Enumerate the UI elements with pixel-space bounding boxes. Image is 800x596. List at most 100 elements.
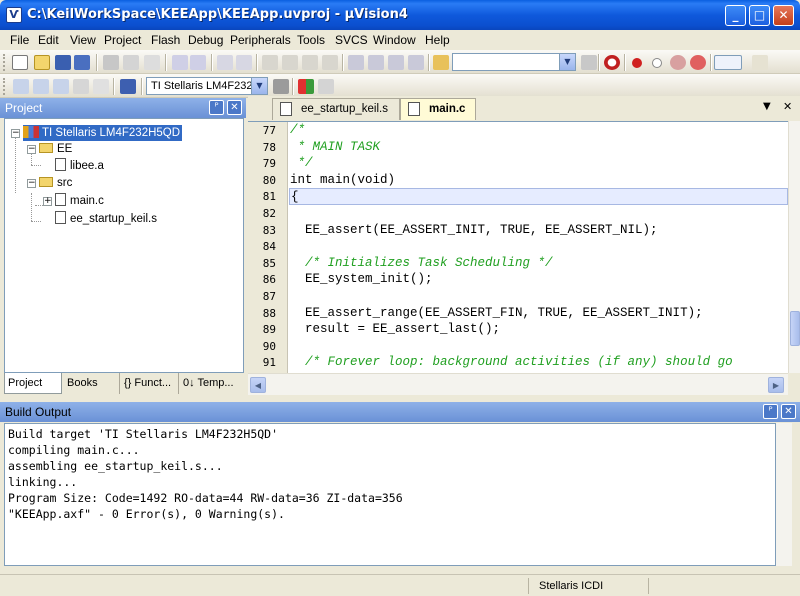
pin-icon[interactable]: ᴾ <box>209 100 224 115</box>
code-line[interactable]: EE_assert(EE_ASSERT_INIT, TRUE, EE_ASSER… <box>289 222 788 239</box>
batch-build-icon[interactable] <box>73 79 89 94</box>
code-line[interactable] <box>289 338 788 355</box>
tab-books[interactable]: Books <box>64 373 120 394</box>
menu-window[interactable]: Window <box>373 33 416 47</box>
new-file-icon[interactable] <box>12 55 28 70</box>
code-line[interactable]: */ <box>289 155 788 172</box>
tab-functions[interactable]: {} Funct... <box>121 373 179 394</box>
menu-tools[interactable]: Tools <box>297 33 325 47</box>
debug-session-icon[interactable] <box>604 55 620 70</box>
build-output-pane[interactable]: Build target 'TI Stellaris LM4F232H5QD' … <box>4 423 776 566</box>
menu-flash[interactable]: Flash <box>151 33 180 47</box>
open-folder-icon[interactable] <box>34 55 50 70</box>
chevron-down-icon[interactable]: ▼ <box>251 78 267 94</box>
navigate-forward-icon[interactable] <box>236 55 252 70</box>
incremental-find-icon[interactable] <box>581 55 597 70</box>
tree-file-main-c[interactable]: main.c <box>55 193 104 209</box>
unindent-icon[interactable] <box>368 55 384 70</box>
code-line[interactable]: int main(void) <box>289 172 788 189</box>
toolbar-grip[interactable] <box>3 78 6 95</box>
redo-icon[interactable] <box>190 55 206 70</box>
code-editor[interactable]: 77 /* 78 * MAIN TASK 79 */ 80 int main(void) 8… <box>248 121 788 373</box>
collapse-src-toggle[interactable]: − <box>27 179 36 188</box>
configure-icon[interactable] <box>752 55 768 70</box>
code-line[interactable]: EE_system_init(); <box>289 271 788 288</box>
tree-file-libee[interactable]: libee.a <box>55 158 104 174</box>
scroll-right-icon[interactable]: ▶ <box>768 377 784 393</box>
menu-help[interactable]: Help <box>425 33 450 47</box>
tab-project[interactable]: Project <box>4 373 62 394</box>
breakpoint-insert-icon[interactable] <box>632 58 642 68</box>
menu-peripherals[interactable]: Peripherals <box>230 33 291 47</box>
menu-svcs[interactable]: SVCS <box>335 33 368 47</box>
current-code-line[interactable]: { <box>289 188 788 205</box>
tab-list-icon[interactable]: ▼ <box>763 101 771 112</box>
collapse-ee-toggle[interactable]: − <box>27 145 36 154</box>
code-line[interactable]: /* <box>289 122 788 139</box>
build-icon[interactable] <box>33 79 49 94</box>
close-button[interactable]: ✕ <box>773 5 794 26</box>
close-icon[interactable]: ✕ <box>227 100 242 115</box>
bookmark-clear-icon[interactable] <box>322 55 338 70</box>
menu-edit[interactable]: Edit <box>38 33 59 47</box>
toolbar-grip[interactable] <box>3 54 6 71</box>
code-line[interactable] <box>289 288 788 305</box>
tab-templates[interactable]: 0↓ Temp... <box>180 373 244 394</box>
tree-file-startup[interactable]: ee_startup_keil.s <box>55 211 157 227</box>
menu-project[interactable]: Project <box>104 33 141 47</box>
tab-main-c[interactable]: main.c <box>400 98 476 120</box>
menu-file[interactable]: File <box>10 33 29 47</box>
collapse-target-toggle[interactable]: − <box>11 129 20 138</box>
chevron-down-icon[interactable]: ▼ <box>559 54 575 70</box>
manage-project-items-icon[interactable] <box>298 79 314 94</box>
save-icon[interactable] <box>55 55 71 70</box>
tree-target-node[interactable]: TI Stellaris LM4F232H5QD <box>23 125 183 141</box>
close-tab-icon[interactable]: ✕ <box>783 100 792 113</box>
window-layout-icon[interactable] <box>714 55 742 70</box>
paste-icon[interactable] <box>144 55 160 70</box>
find-combo[interactable]: ▼ <box>452 53 576 71</box>
code-line[interactable] <box>289 238 788 255</box>
bookmark-next-icon[interactable] <box>302 55 318 70</box>
expand-main-c-toggle[interactable]: + <box>43 197 52 206</box>
build-output-scrollbar[interactable] <box>776 423 792 566</box>
code-line[interactable]: result = EE_assert_last(); <box>289 321 788 338</box>
scrollbar-thumb[interactable] <box>790 311 800 346</box>
indent-icon[interactable] <box>348 55 364 70</box>
find-in-files-icon[interactable] <box>433 55 449 70</box>
stop-build-icon[interactable] <box>93 79 109 94</box>
navigate-back-icon[interactable] <box>217 55 233 70</box>
code-line[interactable]: /* Initializes Task Scheduling */ <box>289 255 788 272</box>
load-download-icon[interactable] <box>120 79 136 94</box>
bookmark-prev-icon[interactable] <box>282 55 298 70</box>
copy-icon[interactable] <box>123 55 139 70</box>
target-select[interactable]: TI Stellaris LM4F232H5QD ▼ <box>146 77 268 95</box>
breakpoint-disable-all-icon[interactable] <box>670 55 686 70</box>
maximize-button[interactable]: □ <box>749 5 770 26</box>
close-icon[interactable]: ✕ <box>781 404 796 419</box>
code-line[interactable]: EE_assert_range(EE_ASSERT_FIN, TRUE, EE_… <box>289 305 788 322</box>
pin-icon[interactable]: ᴾ <box>763 404 778 419</box>
code-line[interactable] <box>289 205 788 222</box>
select-packs-icon[interactable] <box>318 79 334 94</box>
undo-icon[interactable] <box>172 55 188 70</box>
scroll-left-icon[interactable]: ◀ <box>250 377 266 393</box>
tree-group-src[interactable]: src <box>39 175 72 191</box>
editor-vertical-scrollbar[interactable] <box>788 121 800 373</box>
translate-icon[interactable] <box>13 79 29 94</box>
bookmark-toggle-icon[interactable] <box>262 55 278 70</box>
breakpoint-kill-all-icon[interactable] <box>690 55 706 70</box>
menu-view[interactable]: View <box>70 33 96 47</box>
target-options-icon[interactable] <box>273 79 289 94</box>
cut-icon[interactable] <box>103 55 119 70</box>
code-line[interactable]: /* Forever loop: background activities (… <box>289 354 788 371</box>
comment-icon[interactable] <box>388 55 404 70</box>
uncomment-icon[interactable] <box>408 55 424 70</box>
save-all-icon[interactable] <box>74 55 90 70</box>
editor-horizontal-scrollbar[interactable]: ◀ ▶ <box>248 373 788 395</box>
rebuild-icon[interactable] <box>53 79 69 94</box>
minimize-button[interactable]: _ <box>725 5 746 26</box>
menu-debug[interactable]: Debug <box>188 33 223 47</box>
breakpoint-disable-icon[interactable] <box>652 58 662 68</box>
tree-group-ee[interactable]: EE <box>39 141 72 157</box>
